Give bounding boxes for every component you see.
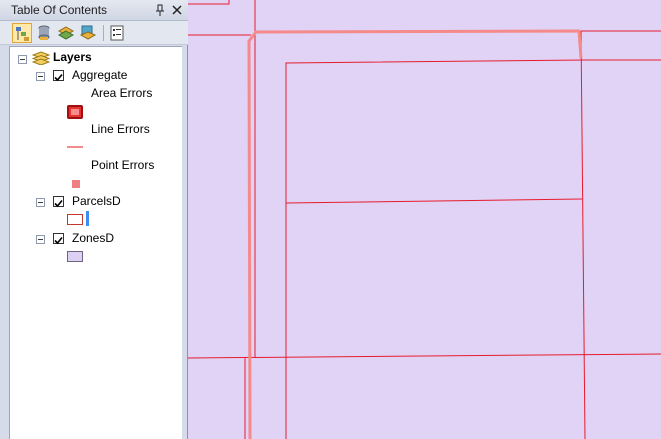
layer-name-parcelsd[interactable]: ParcelsD xyxy=(72,194,121,208)
parcel-line xyxy=(285,198,583,204)
aggregate-visibility-checkbox[interactable] xyxy=(53,70,64,82)
list-by-selection-icon xyxy=(80,25,96,40)
line-symbol[interactable] xyxy=(67,146,83,148)
layer-name-zonesd[interactable]: ZonesD xyxy=(72,231,114,245)
list-by-source-icon xyxy=(38,25,50,40)
options-icon xyxy=(110,25,124,41)
legend-label-area-errors: Area Errors xyxy=(91,86,153,100)
list-by-visibility-button[interactable] xyxy=(56,23,76,43)
line-error-feature[interactable] xyxy=(247,29,583,439)
layer-name-aggregate[interactable]: Aggregate xyxy=(72,68,127,82)
zonesd-collapse-toggle[interactable] xyxy=(36,235,45,244)
area-symbol[interactable] xyxy=(67,105,83,119)
toc-tree: Layers Aggregate Area Errors Line Errors… xyxy=(9,46,182,439)
checkmark-icon xyxy=(54,73,63,82)
options-button[interactable] xyxy=(107,23,127,43)
list-by-drawing-order-icon xyxy=(16,27,29,41)
legend-label-line-errors: Line Errors xyxy=(91,122,150,136)
table-of-contents-panel: Table Of Contents Layers Aggregate Area … xyxy=(0,0,188,439)
parcel-line xyxy=(285,59,586,439)
map-canvas[interactable] xyxy=(188,0,661,439)
toc-toolbar xyxy=(0,21,188,45)
parcelsd-collapse-toggle[interactable] xyxy=(36,198,45,207)
parcelsd-visibility-checkbox[interactable] xyxy=(53,196,64,208)
parcel-line xyxy=(188,353,661,359)
close-icon[interactable] xyxy=(170,3,184,17)
checkmark-icon xyxy=(54,199,63,208)
aggregate-collapse-toggle[interactable] xyxy=(36,72,45,81)
parcel-line xyxy=(188,0,230,5)
point-symbol[interactable] xyxy=(72,180,80,188)
zone-symbol[interactable] xyxy=(67,251,83,262)
pin-icon[interactable] xyxy=(153,3,167,17)
parcel-boundaries xyxy=(188,0,661,439)
layers-collapse-toggle[interactable] xyxy=(18,55,27,64)
legend-label-point-errors: Point Errors xyxy=(91,158,155,172)
list-by-source-button[interactable] xyxy=(34,23,54,43)
toc-title: Table Of Contents xyxy=(11,3,108,17)
map-view[interactable] xyxy=(188,0,661,439)
list-by-selection-button[interactable] xyxy=(78,23,98,43)
checkmark-icon xyxy=(54,236,63,245)
selection-indicator xyxy=(86,211,89,226)
parcel-symbol[interactable] xyxy=(67,214,83,225)
list-by-drawing-order-button[interactable] xyxy=(12,23,32,43)
layers-icon xyxy=(32,51,50,65)
layers-root-label[interactable]: Layers xyxy=(53,50,92,64)
parcel-line xyxy=(580,30,586,439)
zonesd-visibility-checkbox[interactable] xyxy=(53,233,64,245)
list-by-visibility-icon xyxy=(58,26,74,40)
toolbar-separator xyxy=(103,25,104,41)
toc-titlebar: Table Of Contents xyxy=(0,0,188,21)
